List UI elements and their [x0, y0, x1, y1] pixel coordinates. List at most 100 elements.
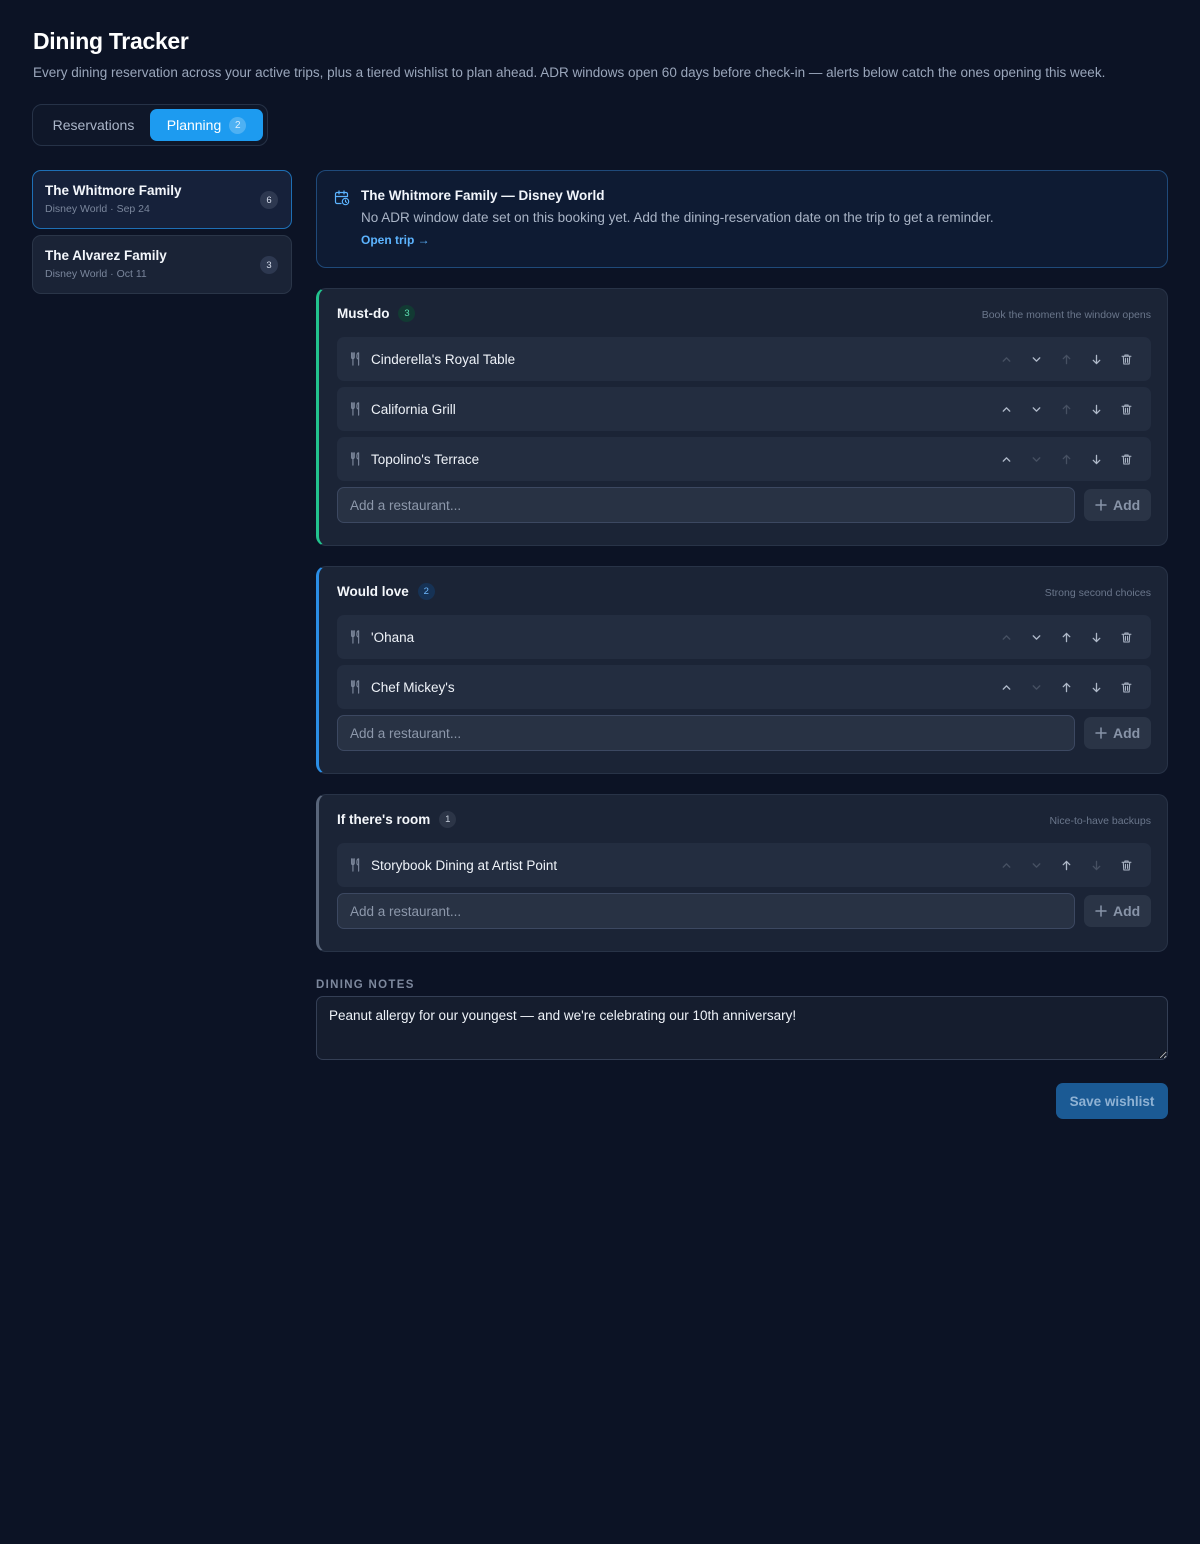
save-row: Save wishlist: [316, 1083, 1168, 1119]
move-tier-up-button[interactable]: [991, 344, 1021, 374]
adr-alert: The Whitmore Family — Disney World No AD…: [316, 170, 1168, 268]
move-up-button[interactable]: [1051, 672, 1081, 702]
chevron-up-icon: [1000, 681, 1013, 694]
wishlist-item: Topolino's Terrace: [337, 437, 1151, 481]
move-tier-down-button[interactable]: [1021, 622, 1051, 652]
add-restaurant-input[interactable]: [337, 893, 1076, 929]
add-button-label: Add: [1112, 497, 1141, 513]
tab-planning[interactable]: Planning 2: [150, 109, 263, 141]
add-restaurant-input[interactable]: [337, 487, 1076, 523]
wishlist-item: Chef Mickey's: [337, 665, 1151, 709]
move-up-button[interactable]: [1051, 444, 1081, 474]
delete-button[interactable]: [1111, 850, 1141, 880]
move-tier-down-button[interactable]: [1021, 672, 1051, 702]
tab-planning-count: 2: [229, 116, 247, 134]
trash-icon: [1120, 353, 1133, 366]
item-actions: [991, 665, 1141, 709]
tier-name: If there's room: [337, 811, 431, 827]
move-tier-down-button[interactable]: [1021, 850, 1051, 880]
trip-card-whitmore[interactable]: The Whitmore Family Disney World · Sep 2…: [32, 170, 292, 229]
chevron-down-icon: [1030, 403, 1043, 416]
move-up-button[interactable]: [1051, 394, 1081, 424]
plus-icon: [1095, 499, 1107, 511]
trash-icon: [1120, 681, 1133, 694]
page-subtitle: Every dining reservation across your act…: [33, 65, 1106, 80]
tab-planning-label: Planning: [166, 117, 222, 133]
item-actions: [991, 337, 1141, 381]
add-button-label: Add: [1112, 725, 1141, 741]
move-down-button[interactable]: [1081, 344, 1111, 374]
add-button[interactable]: Add: [1084, 717, 1151, 749]
tier-count-badge: 1: [439, 810, 457, 828]
move-down-button[interactable]: [1081, 444, 1111, 474]
trip-count-badge: 6: [260, 191, 278, 209]
arrow-up-icon: [1060, 631, 1073, 644]
tier-hint: Strong second choices: [1044, 587, 1151, 599]
arrow-down-icon: [1090, 631, 1103, 644]
chevron-up-icon: [1000, 631, 1013, 644]
add-button[interactable]: Add: [1084, 895, 1151, 927]
alert-title: The Whitmore Family — Disney World: [361, 188, 605, 203]
move-down-button[interactable]: [1081, 622, 1111, 652]
tier-header: Must-do 3 Book the moment the window ope…: [337, 289, 1151, 337]
trip-card-alvarez[interactable]: The Alvarez Family Disney World · Oct 11…: [32, 235, 292, 294]
arrow-up-icon: [1060, 353, 1073, 366]
delete-button[interactable]: [1111, 444, 1141, 474]
item-actions: [991, 387, 1141, 431]
dining-notes-label: DINING NOTES: [316, 979, 415, 991]
move-tier-up-button[interactable]: [991, 622, 1021, 652]
move-tier-down-button[interactable]: [1021, 344, 1051, 374]
chevron-up-icon: [1000, 403, 1013, 416]
delete-button[interactable]: [1111, 672, 1141, 702]
move-up-button[interactable]: [1051, 850, 1081, 880]
move-tier-up-button[interactable]: [991, 850, 1021, 880]
add-restaurant-row: Add: [337, 487, 1151, 523]
move-down-button[interactable]: [1081, 850, 1111, 880]
move-tier-up-button[interactable]: [991, 672, 1021, 702]
restaurant-name: Chef Mickey's: [371, 679, 455, 695]
wishlist-item: California Grill: [337, 387, 1151, 431]
move-tier-up-button[interactable]: [991, 394, 1021, 424]
restaurant-name: Cinderella's Royal Table: [371, 351, 516, 367]
arrow-down-icon: [1090, 859, 1103, 872]
move-tier-up-button[interactable]: [991, 444, 1021, 474]
move-tier-down-button[interactable]: [1021, 394, 1051, 424]
arrow-up-icon: [1060, 859, 1073, 872]
trip-meta: Disney World · Sep 24: [45, 203, 150, 215]
tier-if-theres-room: If there's room 1 Nice-to-have backups S…: [316, 794, 1168, 952]
save-wishlist-button[interactable]: Save wishlist: [1056, 1083, 1168, 1119]
trash-icon: [1120, 403, 1133, 416]
utensils-icon: [349, 452, 363, 466]
restaurant-name: California Grill: [371, 401, 456, 417]
alert-body: No ADR window date set on this booking y…: [361, 210, 994, 225]
open-trip-link[interactable]: Open trip →: [361, 233, 430, 247]
delete-button[interactable]: [1111, 622, 1141, 652]
page-header: Dining Tracker Every dining reservation …: [33, 28, 1173, 80]
item-actions: [991, 437, 1141, 481]
tab-reservations-label: Reservations: [52, 117, 135, 133]
tab-reservations[interactable]: Reservations: [37, 109, 150, 141]
restaurant-name: 'Ohana: [371, 629, 415, 645]
move-down-button[interactable]: [1081, 394, 1111, 424]
restaurant-name: Topolino's Terrace: [371, 451, 480, 467]
add-button-label: Add: [1112, 903, 1141, 919]
move-tier-down-button[interactable]: [1021, 444, 1051, 474]
add-button[interactable]: Add: [1084, 489, 1151, 521]
move-up-button[interactable]: [1051, 622, 1081, 652]
tier-name: Must-do: [337, 305, 390, 321]
move-up-button[interactable]: [1051, 344, 1081, 374]
plus-icon: [1095, 727, 1107, 739]
delete-button[interactable]: [1111, 344, 1141, 374]
chevron-up-icon: [1000, 859, 1013, 872]
add-restaurant-input[interactable]: [337, 715, 1076, 751]
dining-notes-field[interactable]: Peanut allergy for our youngest — and we…: [316, 996, 1168, 1060]
item-actions: [991, 843, 1141, 887]
add-restaurant-row: Add: [337, 893, 1151, 929]
arrow-up-icon: [1060, 453, 1073, 466]
arrow-up-icon: [1060, 403, 1073, 416]
calendar-clock-icon: [334, 190, 350, 206]
arrow-down-icon: [1090, 403, 1103, 416]
delete-button[interactable]: [1111, 394, 1141, 424]
move-down-button[interactable]: [1081, 672, 1111, 702]
tier-count-badge: 3: [398, 304, 416, 322]
